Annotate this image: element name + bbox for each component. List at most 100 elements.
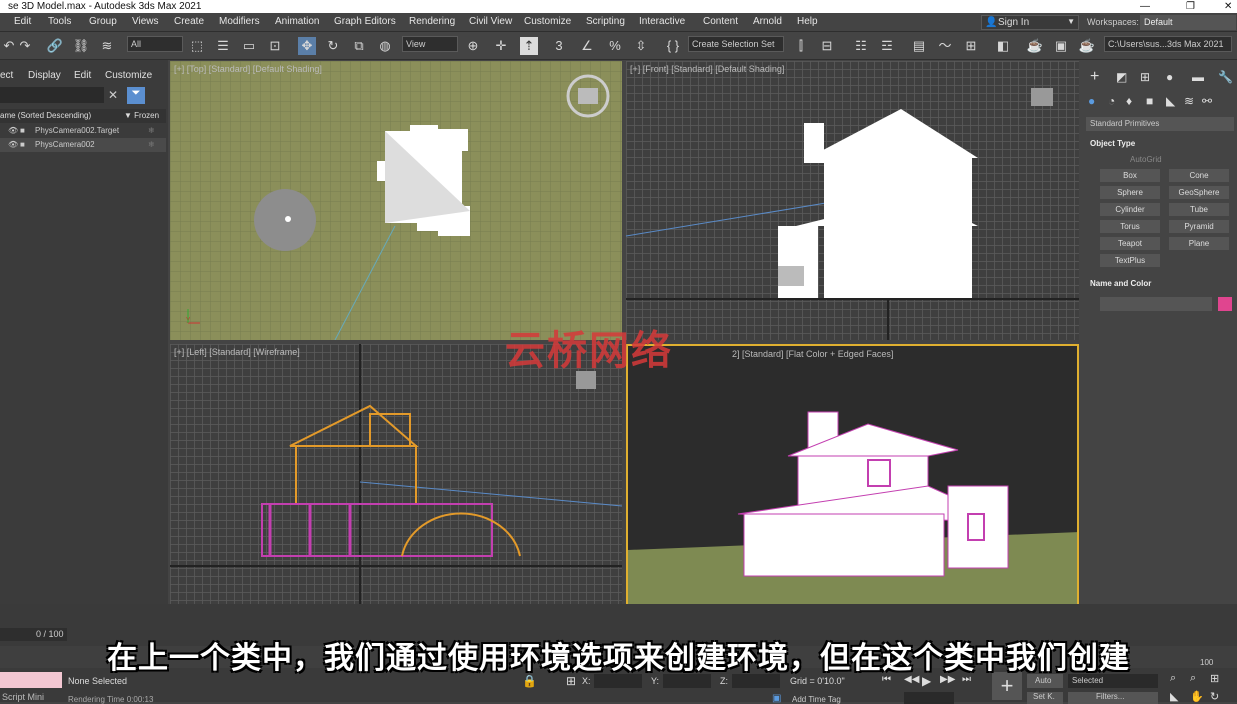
layer-explorer-icon[interactable]: ☲ <box>878 37 896 55</box>
helpers-icon[interactable]: ◣ <box>1166 94 1175 108</box>
align-icon[interactable]: ⊟ <box>818 37 836 55</box>
sign-in-button[interactable]: 👤 Sign In ▼ <box>981 15 1079 30</box>
modify-icon[interactable]: ◩ <box>1116 70 1127 84</box>
freeze-icon[interactable]: ❄ <box>148 124 155 138</box>
rendered-frame-window-icon[interactable]: ▣ <box>1052 37 1070 55</box>
teapot-button[interactable]: Teapot <box>1100 237 1160 250</box>
curve-editor-icon[interactable]: 〜 <box>936 37 954 55</box>
scene-explorer-icon[interactable]: ☷ <box>852 37 870 55</box>
lights-icon[interactable]: ♦ <box>1126 94 1132 108</box>
menu-help[interactable]: Help <box>797 16 818 27</box>
schematic-view-icon[interactable]: ⊞ <box>962 37 980 55</box>
utilities-icon[interactable]: 🔧 <box>1218 70 1233 84</box>
add-time-tag-button[interactable]: Add Time Tag <box>792 695 841 704</box>
pivot-center-icon[interactable]: ⊕ <box>464 37 482 55</box>
pyramid-button[interactable]: Pyramid <box>1169 220 1229 233</box>
menu-civil-view[interactable]: Civil View <box>469 16 512 27</box>
tab-select[interactable]: ect <box>0 70 13 81</box>
orbit-icon[interactable]: ↻ <box>1210 690 1219 703</box>
workspaces-dropdown[interactable]: Default <box>1140 15 1236 30</box>
cone-button[interactable]: Cone <box>1169 169 1229 182</box>
redo-icon[interactable]: ↷ <box>16 37 34 55</box>
set-key-button[interactable]: Set K. <box>1027 692 1063 704</box>
geometry-icon[interactable]: ● <box>1088 94 1095 108</box>
close-icon[interactable]: ✕ <box>1224 0 1232 13</box>
menu-animation[interactable]: Animation <box>275 16 319 27</box>
project-path-dropdown[interactable]: C:\Users\sus...3ds Max 2021 <box>1104 36 1232 52</box>
menu-create[interactable]: Create <box>174 16 204 27</box>
percent-snap-icon[interactable]: % <box>606 37 624 55</box>
menu-interactive[interactable]: Interactive <box>639 16 685 27</box>
scene-search-input[interactable] <box>0 87 104 103</box>
visibility-eye-icon[interactable]: 👁 <box>8 138 18 152</box>
autogrid-checkbox[interactable]: AutoGrid <box>1130 155 1162 164</box>
placement-icon[interactable]: ◍ <box>376 37 394 55</box>
unlink-icon[interactable]: ⛓ <box>72 37 90 55</box>
edit-named-selection-icon[interactable]: { } <box>664 37 682 55</box>
hierarchy-icon[interactable]: ⊞ <box>1140 70 1150 84</box>
motion-icon[interactable]: ● <box>1166 70 1173 84</box>
list-item[interactable]: 👁 ■ PhysCamera002 ❄ <box>0 138 166 152</box>
viewport-front[interactable]: [+] [Front] [Standard] [Default Shading] <box>626 61 1079 340</box>
select-object-icon[interactable]: ⬚ <box>188 37 206 55</box>
menu-tools[interactable]: Tools <box>48 16 71 27</box>
menu-scripting[interactable]: Scripting <box>586 16 625 27</box>
field-of-view-icon[interactable]: ◣ <box>1170 690 1178 703</box>
name-color-rollout[interactable]: Name and Color <box>1090 279 1151 288</box>
render-setup-icon[interactable]: ☕ <box>1026 37 1044 55</box>
rectangular-selection-icon[interactable]: ▭ <box>240 37 258 55</box>
viewport-left[interactable]: [+] [Left] [Standard] [Wireframe] <box>170 344 622 610</box>
menu-edit[interactable]: Edit <box>14 16 31 27</box>
window-crossing-icon[interactable]: ⊡ <box>266 37 284 55</box>
material-editor-icon[interactable]: ◧ <box>994 37 1012 55</box>
object-type-rollout[interactable]: Object Type <box>1090 139 1135 148</box>
display-icon[interactable]: ▬ <box>1192 70 1204 84</box>
textplus-button[interactable]: TextPlus <box>1100 254 1160 267</box>
ribbon-icon[interactable]: ▤ <box>910 37 928 55</box>
menu-arnold[interactable]: Arnold <box>753 16 782 27</box>
key-filters-button[interactable]: Filters... <box>1068 692 1158 704</box>
spinner-snap-icon[interactable]: ⇳ <box>632 37 650 55</box>
menu-graph-editors[interactable]: Graph Editors <box>334 16 396 27</box>
named-selection-dropdown[interactable]: Create Selection Set <box>688 36 784 52</box>
scale-icon[interactable]: ⧉ <box>350 37 368 55</box>
freeze-icon[interactable]: ❄ <box>148 138 155 152</box>
time-tag-icon[interactable]: ▣ <box>772 693 781 704</box>
tube-button[interactable]: Tube <box>1169 203 1229 216</box>
link-icon[interactable]: 🔗 <box>46 37 64 55</box>
systems-icon[interactable]: ⚯ <box>1202 94 1212 108</box>
select-by-name-icon[interactable]: ☰ <box>214 37 232 55</box>
keyboard-shortcut-override-icon[interactable]: ⇡ <box>520 37 538 55</box>
move-icon[interactable]: ✥ <box>298 37 316 55</box>
rotate-icon[interactable]: ↻ <box>324 37 342 55</box>
torus-button[interactable]: Torus <box>1100 220 1160 233</box>
menu-rendering[interactable]: Rendering <box>409 16 455 27</box>
menu-group[interactable]: Group <box>89 16 117 27</box>
angle-snap-icon[interactable]: ∠ <box>578 37 596 55</box>
object-color-swatch[interactable] <box>1218 297 1232 311</box>
menu-content[interactable]: Content <box>703 16 738 27</box>
render-production-icon[interactable]: ☕ <box>1078 37 1096 55</box>
viewport-perspective[interactable]: 2] [Standard] [Flat Color + Edged Faces] <box>626 344 1079 610</box>
plane-button[interactable]: Plane <box>1169 237 1229 250</box>
menu-customize[interactable]: Customize <box>524 16 571 27</box>
create-icon[interactable]: + <box>1090 68 1099 86</box>
sphere-button[interactable]: Sphere <box>1100 186 1160 199</box>
menu-views[interactable]: Views <box>132 16 159 27</box>
minimize-icon[interactable]: — <box>1140 0 1150 13</box>
tab-customize[interactable]: Customize <box>105 70 152 81</box>
geosphere-button[interactable]: GeoSphere <box>1169 186 1229 199</box>
clear-search-icon[interactable]: ✕ <box>108 88 118 102</box>
reference-coordinate-dropdown[interactable]: View <box>402 36 458 52</box>
column-frozen-header[interactable]: ▼ Frozen <box>124 109 159 123</box>
box-button[interactable]: Box <box>1100 169 1160 182</box>
snaps-toggle-icon[interactable]: 3 <box>550 37 568 55</box>
cylinder-button[interactable]: Cylinder <box>1100 203 1160 216</box>
bind-space-warp-icon[interactable]: ≋ <box>98 37 116 55</box>
primitive-category-dropdown[interactable]: Standard Primitives <box>1086 117 1234 131</box>
list-item[interactable]: 👁 ■ PhysCamera002.Target ❄ <box>0 124 166 138</box>
current-frame-input[interactable] <box>904 692 954 704</box>
visibility-eye-icon[interactable]: 👁 <box>8 124 18 138</box>
space-warps-icon[interactable]: ≋ <box>1184 94 1194 108</box>
cameras-icon[interactable]: ■ <box>1146 94 1153 108</box>
